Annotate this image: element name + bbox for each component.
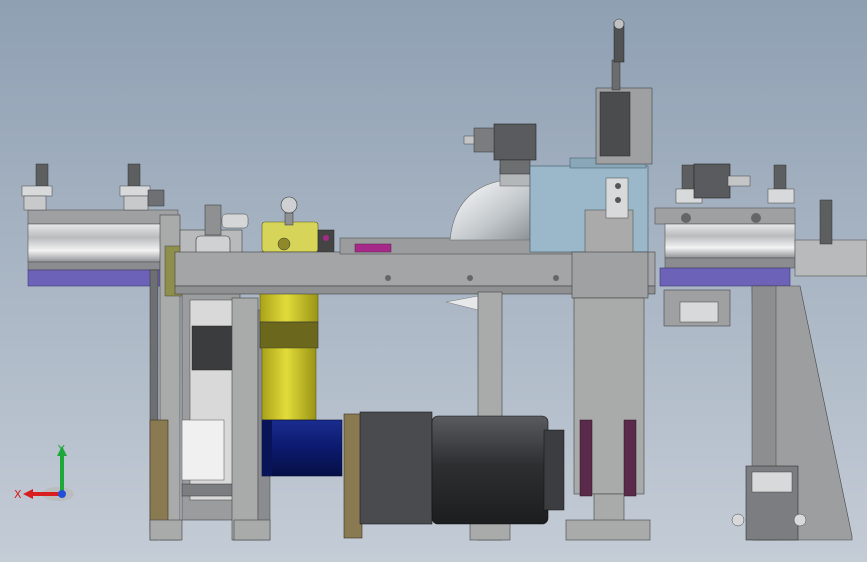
servo-motor[interactable] [343, 411, 565, 539]
right-support[interactable] [731, 285, 853, 541]
machine-assembly-view [21, 18, 867, 541]
right-bracket[interactable] [663, 289, 731, 327]
cad-viewport[interactable]: Y X [0, 0, 867, 562]
y-axis-label: Y [57, 443, 65, 456]
center-column-right[interactable] [565, 251, 651, 541]
solenoid-valve-left[interactable] [463, 123, 537, 175]
right-cylinder[interactable] [654, 164, 867, 287]
elbow-duct[interactable] [449, 167, 531, 241]
left-cylinder[interactable] [21, 163, 179, 287]
yellow-actuator[interactable] [259, 196, 335, 421]
z-axis-dot [58, 490, 66, 498]
vertical-spindle[interactable] [595, 18, 653, 165]
solenoid-valve-right[interactable] [693, 163, 751, 199]
blue-motor[interactable] [261, 419, 343, 477]
coordinate-triad: Y X [14, 443, 74, 501]
x-axis-label: X [14, 488, 22, 501]
x-axis-arrowhead [23, 489, 33, 499]
central-housing[interactable] [529, 157, 649, 255]
